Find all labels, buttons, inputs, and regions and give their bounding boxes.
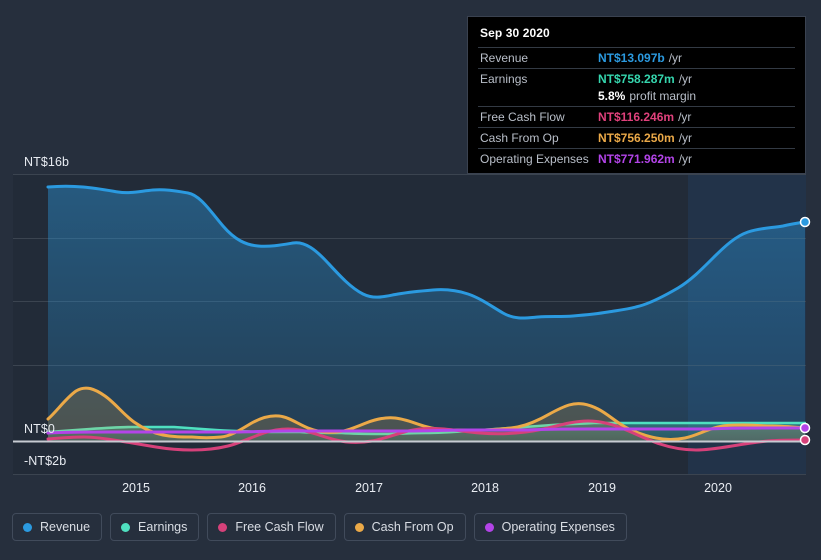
tooltip-row-profit-margin: 5.8% profit margin bbox=[478, 89, 795, 106]
tooltip-label-cash-from-op: Cash From Op bbox=[480, 131, 559, 145]
earnings-color-dot-icon bbox=[121, 522, 131, 532]
tooltip-label-revenue: Revenue bbox=[480, 51, 529, 65]
y-axis-label-bottom: -NT$2b bbox=[24, 454, 67, 468]
tooltip-value-earnings: NT$758.287m bbox=[598, 72, 675, 86]
x-axis-label-2018: 2018 bbox=[471, 481, 499, 495]
y-axis-label-zero: NT$0 bbox=[24, 422, 55, 436]
tooltip-unit-operating-expenses: /yr bbox=[678, 152, 693, 166]
legend-label-operating-expenses: Operating Expenses bbox=[501, 520, 615, 534]
tooltip-value-cash-from-op: NT$756.250m bbox=[598, 131, 675, 145]
tooltip-value-free-cash-flow: NT$116.246m bbox=[598, 110, 675, 124]
tooltip-label-earnings: Earnings bbox=[480, 72, 528, 86]
chart-legend: Revenue Earnings Free Cash Flow Cash Fro… bbox=[12, 513, 627, 541]
legend-item-operating-expenses[interactable]: Operating Expenses bbox=[473, 513, 627, 541]
tooltip-date: Sep 30 2020 bbox=[480, 26, 550, 40]
legend-label-revenue: Revenue bbox=[40, 520, 91, 534]
tooltip-value-revenue: NT$13.097b bbox=[598, 51, 665, 65]
tooltip-row-operating-expenses: Operating Expenses NT$771.962m /yr bbox=[478, 148, 795, 169]
free-cash-flow-endpoint-dot bbox=[799, 434, 811, 446]
tooltip-unit-cash-from-op: /yr bbox=[678, 131, 693, 145]
chart-tooltip: Sep 30 2020 Revenue NT$13.097b /yr Earni… bbox=[467, 16, 806, 174]
legend-item-revenue[interactable]: Revenue bbox=[12, 513, 103, 541]
tooltip-row-free-cash-flow: Free Cash Flow NT$116.246m /yr bbox=[478, 106, 795, 127]
x-axis-label-2019: 2019 bbox=[588, 481, 616, 495]
legend-item-earnings[interactable]: Earnings bbox=[110, 513, 200, 541]
tooltip-row-revenue: Revenue NT$13.097b /yr bbox=[478, 47, 795, 68]
free-cash-flow-color-dot-icon bbox=[218, 522, 228, 532]
y-axis-label-top: NT$16b bbox=[24, 155, 70, 169]
x-axis-label-2017: 2017 bbox=[355, 481, 383, 495]
tooltip-text-profit-margin: profit margin bbox=[629, 89, 697, 103]
x-axis-label-2015: 2015 bbox=[122, 481, 150, 495]
tooltip-row-cash-from-op: Cash From Op NT$756.250m /yr bbox=[478, 127, 795, 148]
legend-label-free-cash-flow: Free Cash Flow bbox=[235, 520, 324, 534]
tooltip-unit-revenue: /yr bbox=[668, 51, 683, 65]
cash-from-op-color-dot-icon bbox=[354, 522, 364, 532]
x-axis-label-2020: 2020 bbox=[704, 481, 732, 495]
tooltip-value-operating-expenses: NT$771.962m bbox=[598, 152, 675, 166]
chart-screenshot: NT$16b NT$0 -NT$2b 2015 2016 2017 2018 2… bbox=[0, 0, 821, 560]
tooltip-row-earnings: Earnings NT$758.287m /yr bbox=[478, 68, 795, 89]
tooltip-label-free-cash-flow: Free Cash Flow bbox=[480, 110, 565, 124]
legend-label-cash-from-op: Cash From Op bbox=[371, 520, 454, 534]
x-axis-label-2016: 2016 bbox=[238, 481, 266, 495]
tooltip-unit-earnings: /yr bbox=[678, 72, 693, 86]
operating-expenses-endpoint-dot bbox=[799, 422, 811, 434]
legend-label-earnings: Earnings bbox=[138, 520, 188, 534]
revenue-endpoint-dot bbox=[799, 216, 811, 228]
operating-expenses-color-dot-icon bbox=[484, 522, 494, 532]
legend-item-cash-from-op[interactable]: Cash From Op bbox=[343, 513, 466, 541]
tooltip-value-profit-margin: 5.8% bbox=[598, 89, 626, 103]
revenue-color-dot-icon bbox=[23, 522, 32, 532]
tooltip-label-operating-expenses: Operating Expenses bbox=[480, 152, 589, 166]
tooltip-unit-free-cash-flow: /yr bbox=[678, 110, 692, 124]
legend-item-free-cash-flow[interactable]: Free Cash Flow bbox=[207, 513, 336, 541]
